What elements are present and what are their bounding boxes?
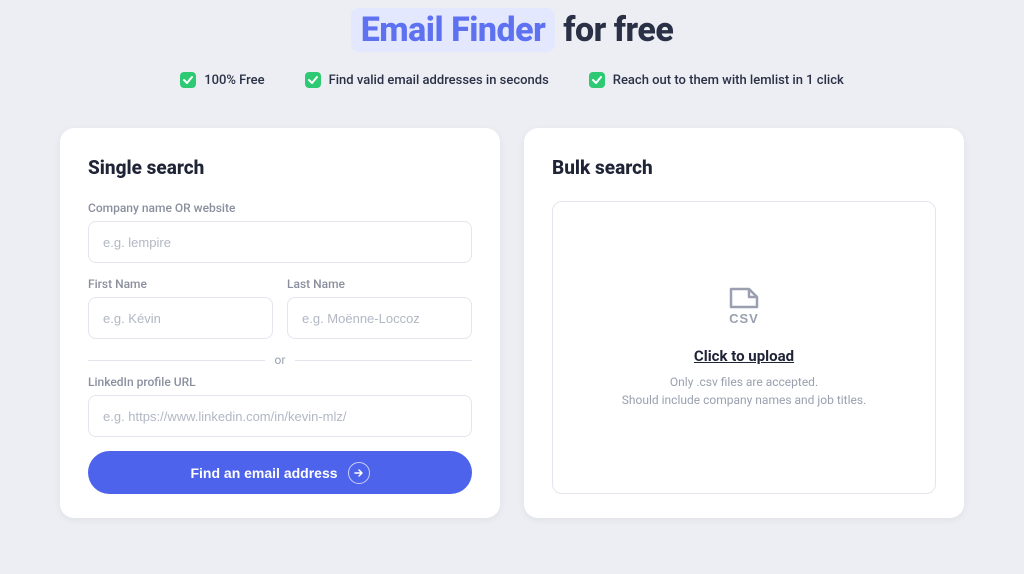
divider-line: [295, 360, 472, 361]
upload-dropzone[interactable]: CSV Click to upload Only .csv files are …: [552, 201, 936, 494]
feature-item: Find valid email addresses in seconds: [305, 72, 549, 88]
last-name-label: Last Name: [287, 277, 472, 291]
feature-text: 100% Free: [204, 73, 264, 88]
title-highlight: Email Finder: [351, 8, 556, 52]
find-email-label: Find an email address: [190, 465, 337, 481]
first-name-label: First Name: [88, 277, 273, 291]
csv-file-icon: CSV: [723, 287, 765, 331]
or-text: or: [275, 353, 286, 367]
last-name-input[interactable]: [287, 297, 472, 339]
feature-list: 100% Free Find valid email addresses in …: [0, 72, 1024, 88]
linkedin-label: LinkedIn profile URL: [88, 375, 472, 389]
bulk-search-heading: Bulk search: [552, 156, 936, 179]
title-rest: for free: [563, 10, 673, 50]
company-input[interactable]: [88, 221, 472, 263]
feature-text: Find valid email addresses in seconds: [329, 73, 549, 88]
single-search-heading: Single search: [88, 156, 472, 179]
divider-line: [88, 360, 265, 361]
check-icon: [589, 72, 605, 88]
upload-line1: Only .csv files are accepted.: [622, 373, 866, 391]
feature-item: 100% Free: [180, 72, 264, 88]
upload-line2: Should include company names and job tit…: [622, 391, 866, 409]
upload-subtext: Only .csv files are accepted. Should inc…: [622, 373, 866, 409]
single-search-card: Single search Company name OR website Fi…: [60, 128, 500, 518]
arrow-right-icon: [348, 462, 370, 484]
upload-title: Click to upload: [694, 347, 794, 365]
svg-text:CSV: CSV: [729, 311, 759, 326]
bulk-search-card: Bulk search CSV Click to upload Only .cs…: [524, 128, 964, 518]
check-icon: [180, 72, 196, 88]
find-email-button[interactable]: Find an email address: [88, 451, 472, 494]
page-title: Email Finder for free: [0, 10, 1024, 50]
or-divider: or: [88, 353, 472, 367]
company-label: Company name OR website: [88, 201, 472, 215]
check-icon: [305, 72, 321, 88]
first-name-input[interactable]: [88, 297, 273, 339]
feature-item: Reach out to them with lemlist in 1 clic…: [589, 72, 844, 88]
linkedin-input[interactable]: [88, 395, 472, 437]
feature-text: Reach out to them with lemlist in 1 clic…: [613, 73, 844, 88]
